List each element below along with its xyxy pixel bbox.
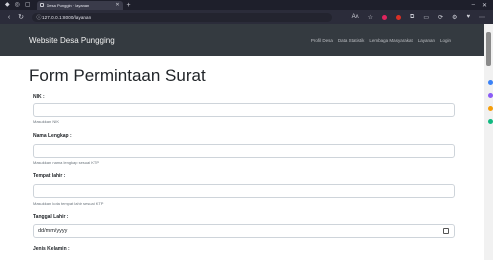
side-app-icon-blue[interactable] (488, 80, 493, 85)
reload-icon[interactable]: ↻ (18, 13, 24, 21)
calendar-icon[interactable] (443, 228, 449, 234)
date-value: dd/mm/yyyy (38, 228, 68, 234)
tab-active[interactable]: Desa Punggin · layanan ✕ (36, 0, 123, 10)
site-navbar: Website Desa Pungging Profil Desa Data S… (0, 24, 484, 56)
page-icon (39, 3, 44, 7)
workspaces-icon[interactable]: ◎ (15, 0, 20, 10)
nav-item-layanan[interactable]: Layanan (418, 38, 435, 43)
tempat-lahir-label: Tempat lahir : (33, 173, 66, 179)
nama-lengkap-help: Masukkan nama lengkap sesuai KTP (33, 160, 100, 165)
nav-item-lembaga-masyarakat[interactable]: Lembaga Masyarakat (369, 38, 412, 43)
address-bar-row: ‹ ↻ ⓘ 127.0.0.1:8000/layanan Aʌ ☆ ⧉ ▭ ⟳ … (0, 10, 493, 24)
new-tab-button[interactable]: + (127, 2, 131, 9)
settings-icon[interactable]: ⚙ (452, 14, 457, 21)
browser-window: ◆ ◎ ▢ Desa Punggin · layanan ✕ + – ✕ ‹ ↻… (0, 0, 493, 260)
nama-lengkap-label: Nama Lengkap : (33, 133, 72, 139)
close-window-icon[interactable]: ✕ (482, 2, 487, 9)
sync-icon[interactable]: ⟳ (438, 14, 443, 21)
browser-logo-icon: ◆ (5, 2, 10, 8)
toolbar-icons: Aʌ ☆ ⧉ ▭ ⟳ ⚙ ♥ ⋯ (352, 14, 485, 21)
nik-help: Masukkan NIK (33, 119, 60, 124)
side-app-icon-purple[interactable] (488, 93, 493, 98)
nav-item-login[interactable]: Login (440, 38, 451, 43)
page-title: Form Permintaan Surat (29, 66, 206, 85)
nama-lengkap-input[interactable] (33, 144, 455, 158)
address-bar[interactable]: ⓘ 127.0.0.1:8000/layanan (32, 12, 332, 22)
tab-actions-icon[interactable]: ▢ (25, 0, 31, 10)
side-app-icon-green[interactable] (488, 119, 493, 124)
page-scrollbar[interactable] (484, 24, 493, 260)
reader-icon[interactable]: Aʌ (352, 14, 359, 20)
extension-icon-red[interactable] (382, 14, 388, 20)
nav-item-profil-desa[interactable]: Profil Desa (311, 38, 333, 43)
tempat-lahir-input[interactable] (33, 184, 455, 198)
window-controls: – ✕ (472, 2, 487, 9)
heart-icon[interactable]: ♥ (466, 14, 470, 20)
url-text: 127.0.0.1:8000/layanan (42, 14, 92, 20)
side-panel-icons (488, 80, 493, 124)
nik-label: NIK : (33, 94, 45, 100)
jenis-kelamin-label: Jenis Kelamin : (33, 246, 70, 252)
extension-icon-adblock[interactable] (396, 14, 402, 20)
tempat-lahir-help: Masukkan kota tempat lahir sesuai KTP (33, 201, 104, 206)
site-brand[interactable]: Website Desa Pungging (29, 36, 115, 45)
side-app-icon-orange[interactable] (488, 106, 493, 111)
main-content: Form Permintaan Surat NIK : Masukkan NIK… (0, 56, 484, 260)
close-tab-icon[interactable]: ✕ (115, 2, 119, 8)
nik-input[interactable] (33, 103, 455, 117)
tanggal-lahir-label: Tanggal Lahir : (33, 214, 69, 220)
tanggal-lahir-input[interactable]: dd/mm/yyyy (33, 224, 455, 238)
minimize-icon[interactable]: – (472, 2, 475, 9)
tab-title: Desa Punggin · layanan (46, 2, 90, 8)
scrollbar-thumb[interactable] (486, 32, 491, 66)
extensions-icon[interactable]: ⧉ (410, 14, 414, 21)
back-icon[interactable]: ‹ (6, 14, 12, 21)
nav-item-data-statistik[interactable]: Data Statistik (338, 38, 365, 43)
nav-menu: Profil Desa Data Statistik Lembaga Masya… (311, 38, 451, 43)
menu-icon[interactable]: ⋯ (479, 14, 485, 21)
bookmark-icon[interactable]: ☆ (368, 14, 373, 21)
sidebar-icon[interactable]: ▭ (423, 14, 429, 21)
tab-bar: ◆ ◎ ▢ Desa Punggin · layanan ✕ + – ✕ (0, 0, 493, 10)
